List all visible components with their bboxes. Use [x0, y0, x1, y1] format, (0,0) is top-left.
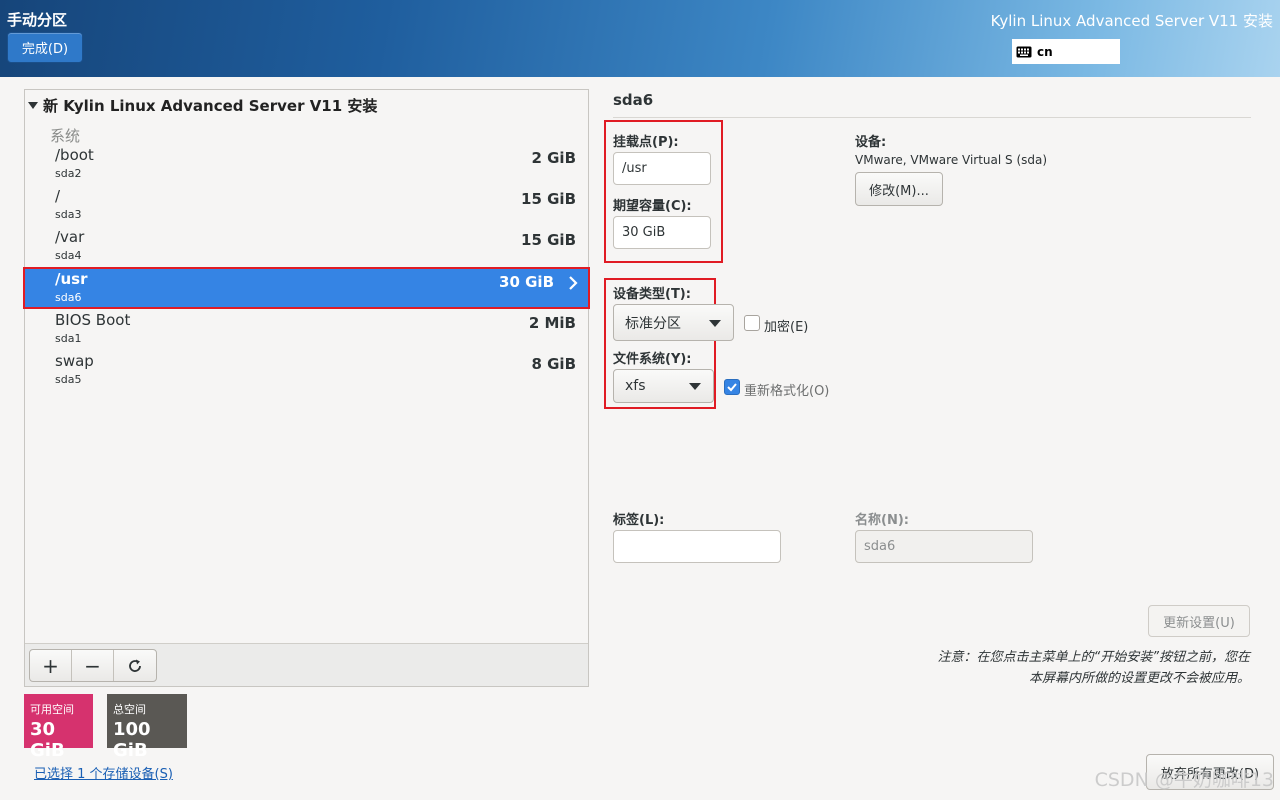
partition-size: 30 GiB	[499, 273, 554, 291]
partition-mount: /usr	[55, 270, 88, 288]
keyboard-layout-indicator[interactable]: cn	[1012, 39, 1120, 64]
partition-size: 15 GiB	[521, 190, 576, 208]
checkmark-icon	[727, 383, 737, 392]
update-settings-button[interactable]: 更新设置(U)	[1148, 605, 1250, 637]
reformat-checkbox[interactable]	[724, 379, 740, 395]
partition-mount: BIOS Boot	[55, 311, 131, 329]
total-space-value: 100 GiB	[113, 719, 151, 761]
modify-device-button[interactable]: 修改(M)...	[855, 172, 943, 206]
filesystem-select[interactable]: xfs	[613, 369, 714, 403]
encrypt-label: 加密(E)	[764, 320, 809, 335]
partition-size: 2 GiB	[531, 149, 576, 167]
partition-mount: /boot	[55, 146, 94, 164]
partition-toolbar: + −	[25, 643, 588, 686]
chevron-right-icon	[569, 276, 578, 290]
filesystem-value: xfs	[625, 378, 646, 394]
header-bar: 手动分区 完成(D) Kylin Linux Advanced Server V…	[0, 0, 1280, 77]
device-type-label: 设备类型(T):	[613, 287, 691, 302]
partition-size: 2 MiB	[528, 314, 576, 332]
partition-mount: /	[55, 187, 61, 205]
partition-row-bios-boot[interactable]: BIOS Boot sda1 2 MiB	[25, 310, 588, 348]
filesystem-label: 文件系统(Y):	[613, 352, 692, 367]
partition-size: 8 GiB	[531, 355, 576, 373]
partition-device: sda3	[55, 208, 82, 221]
mount-point-input[interactable]: /usr	[613, 152, 711, 185]
partition-device: sda5	[55, 373, 82, 386]
partition-row-root[interactable]: / sda3 15 GiB	[25, 186, 588, 224]
available-space-value: 30 GiB	[30, 719, 65, 761]
encrypt-checkbox[interactable]	[744, 315, 760, 331]
keyboard-layout-label: cn	[1037, 44, 1053, 59]
partition-list-panel: 新 Kylin Linux Advanced Server V11 安装 系统 …	[23, 89, 590, 687]
partition-device: sda2	[55, 167, 82, 180]
done-button[interactable]: 完成(D)	[7, 32, 83, 63]
settings-note: 注意：在您点击主菜单上的“开始安装”按钮之前，您在 本屏幕内所做的设置更改不会被…	[830, 647, 1250, 689]
available-space-label: 可用空间	[30, 703, 74, 716]
refresh-icon	[129, 659, 141, 672]
available-space-box: 可用空间 30 GiB	[24, 694, 93, 761]
partition-row-swap[interactable]: swap sda5 8 GiB	[25, 351, 588, 389]
device-type-select[interactable]: 标准分区	[613, 304, 734, 341]
dropdown-arrow-icon	[689, 383, 701, 390]
mount-point-label: 挂载点(P):	[613, 135, 679, 150]
note-line-2: 本屏幕内所做的设置更改不会被应用。	[1028, 671, 1250, 686]
partition-tool-group: + −	[29, 649, 157, 682]
partition-row-usr[interactable]: /usr sda6 30 GiB	[23, 267, 590, 309]
refresh-button[interactable]	[114, 650, 156, 681]
partition-row-boot[interactable]: /boot sda2 2 GiB	[25, 145, 588, 183]
partition-mount: swap	[55, 352, 94, 370]
product-title: Kylin Linux Advanced Server V11 安装	[990, 12, 1273, 30]
expander-arrow-icon	[28, 102, 38, 109]
partition-device: sda1	[55, 332, 82, 345]
partition-device: sda6	[55, 291, 82, 304]
note-line-1: 注意：在您点击主菜单上的“开始安装”按钮之前，您在	[937, 650, 1250, 665]
add-partition-button[interactable]: +	[30, 650, 72, 681]
reformat-label: 重新格式化(O)	[744, 384, 830, 399]
partition-device: sda4	[55, 249, 82, 262]
device-title: sda6	[613, 91, 654, 109]
partition-row-var[interactable]: /var sda4 15 GiB	[25, 227, 588, 265]
installation-title: 新 Kylin Linux Advanced Server V11 安装	[43, 97, 378, 115]
total-space-label: 总空间	[113, 703, 146, 716]
name-label: 名称(N):	[855, 513, 909, 528]
device-name: VMware, VMware Virtual S (sda)	[855, 153, 1048, 167]
device-label: 设备:	[855, 135, 887, 150]
keyboard-icon	[1016, 46, 1032, 57]
system-group-label: 系统	[50, 127, 81, 145]
watermark: CSDN @牛奶咖啡13	[1094, 769, 1274, 791]
remove-partition-button[interactable]: −	[72, 650, 114, 681]
device-type-value: 标准分区	[625, 315, 681, 332]
partition-mount: /var	[55, 228, 85, 246]
selected-storage-link[interactable]: 已选择 1 个存储设备(S)	[34, 763, 173, 782]
installation-expander[interactable]: 新 Kylin Linux Advanced Server V11 安装	[28, 95, 377, 116]
name-input: sda6	[855, 530, 1033, 563]
capacity-input[interactable]: 30 GiB	[613, 216, 711, 249]
dropdown-arrow-icon	[709, 320, 721, 327]
divider	[613, 117, 1251, 118]
page-title: 手动分区	[7, 11, 68, 29]
tag-input[interactable]	[613, 530, 781, 563]
partition-size: 15 GiB	[521, 231, 576, 249]
tag-label: 标签(L):	[613, 513, 665, 528]
total-space-box: 总空间 100 GiB	[107, 694, 187, 761]
capacity-label: 期望容量(C):	[613, 199, 692, 214]
